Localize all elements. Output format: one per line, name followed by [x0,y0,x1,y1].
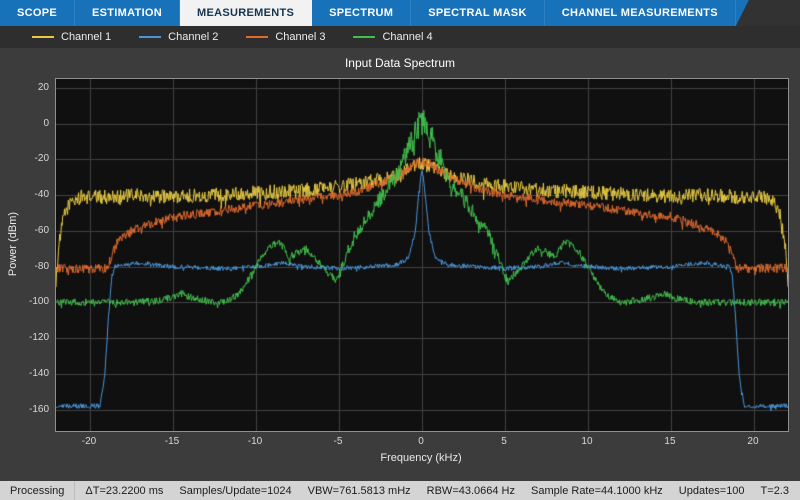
tab-channel-measurements[interactable]: CHANNEL MEASUREMENTS [545,0,736,26]
tab-measurements[interactable]: MEASUREMENTS [180,0,312,26]
channel-3-line-swatch [246,36,268,38]
x-tick-label: 0 [401,436,441,447]
x-tick-label: -10 [235,436,275,447]
y-tick-label: -140 [5,368,49,379]
y-tick-label: -120 [5,332,49,343]
legend-item-channel-4[interactable]: Channel 4 [353,31,432,43]
channel-legend: Channel 1 Channel 2 Channel 3 Channel 4 [0,26,800,48]
status-state: Processing [0,481,75,500]
spectrum-chart-panel: Input Data Spectrum Power (dBm) 20 0 -20 -4… [0,48,800,481]
legend-label-channel-3: Channel 3 [275,31,325,43]
y-tick-label: -160 [5,404,49,415]
tab-scope[interactable]: SCOPE [0,0,75,26]
toolstrip-tabbar: SCOPE ESTIMATION MEASUREMENTS SPECTRUM S… [0,0,800,26]
legend-label-channel-4: Channel 4 [382,31,432,43]
channel-2-line-swatch [139,36,161,38]
chart-title: Input Data Spectrum [0,56,800,70]
x-tick-label: 15 [650,436,690,447]
y-tick-label: -20 [5,153,49,164]
status-bar: Processing ΔT=23.2200 ms Samples/Update=1… [0,481,800,500]
tab-estimation[interactable]: ESTIMATION [75,0,180,26]
legend-item-channel-3[interactable]: Channel 3 [246,31,325,43]
status-field: VBW=761.5813 mHz [308,485,411,497]
legend-label-channel-1: Channel 1 [61,31,111,43]
y-tick-label: -100 [5,296,49,307]
x-tick-label: -15 [152,436,192,447]
channel-1-line-swatch [32,36,54,38]
x-tick-label: 5 [484,436,524,447]
y-tick-label: 20 [5,82,49,93]
x-axis-label: Frequency (kHz) [55,452,787,464]
legend-item-channel-1[interactable]: Channel 1 [32,31,111,43]
tab-spectrum[interactable]: SPECTRUM [312,0,411,26]
status-fields: ΔT=23.2200 ms Samples/Update=1024 VBW=761.… [75,485,800,497]
y-tick-label: 0 [5,118,49,129]
status-field: Sample Rate=44.1000 kHz [531,485,663,497]
x-tick-label: -5 [318,436,358,447]
y-axis-label: Power (dBm) [7,199,21,289]
tab-spectral-mask[interactable]: SPECTRAL MASK [411,0,544,26]
channel-4-line-swatch [353,36,375,38]
status-field: T=2.3 [761,485,789,497]
status-field: Samples/Update=1024 [179,485,291,497]
spectrum-plot-canvas[interactable] [55,78,789,432]
legend-label-channel-2: Channel 2 [168,31,218,43]
status-field: RBW=43.0664 Hz [427,485,515,497]
tabbar-corner: ? [736,0,800,26]
y-tick-label: -60 [5,225,49,236]
legend-item-channel-2[interactable]: Channel 2 [139,31,218,43]
y-tick-label: -40 [5,189,49,200]
x-tick-label: -20 [69,436,109,447]
status-field: ΔT=23.2200 ms [85,485,163,497]
x-tick-label: 20 [733,436,773,447]
status-field: Updates=100 [679,485,745,497]
y-tick-label: -80 [5,261,49,272]
x-tick-label: 10 [567,436,607,447]
